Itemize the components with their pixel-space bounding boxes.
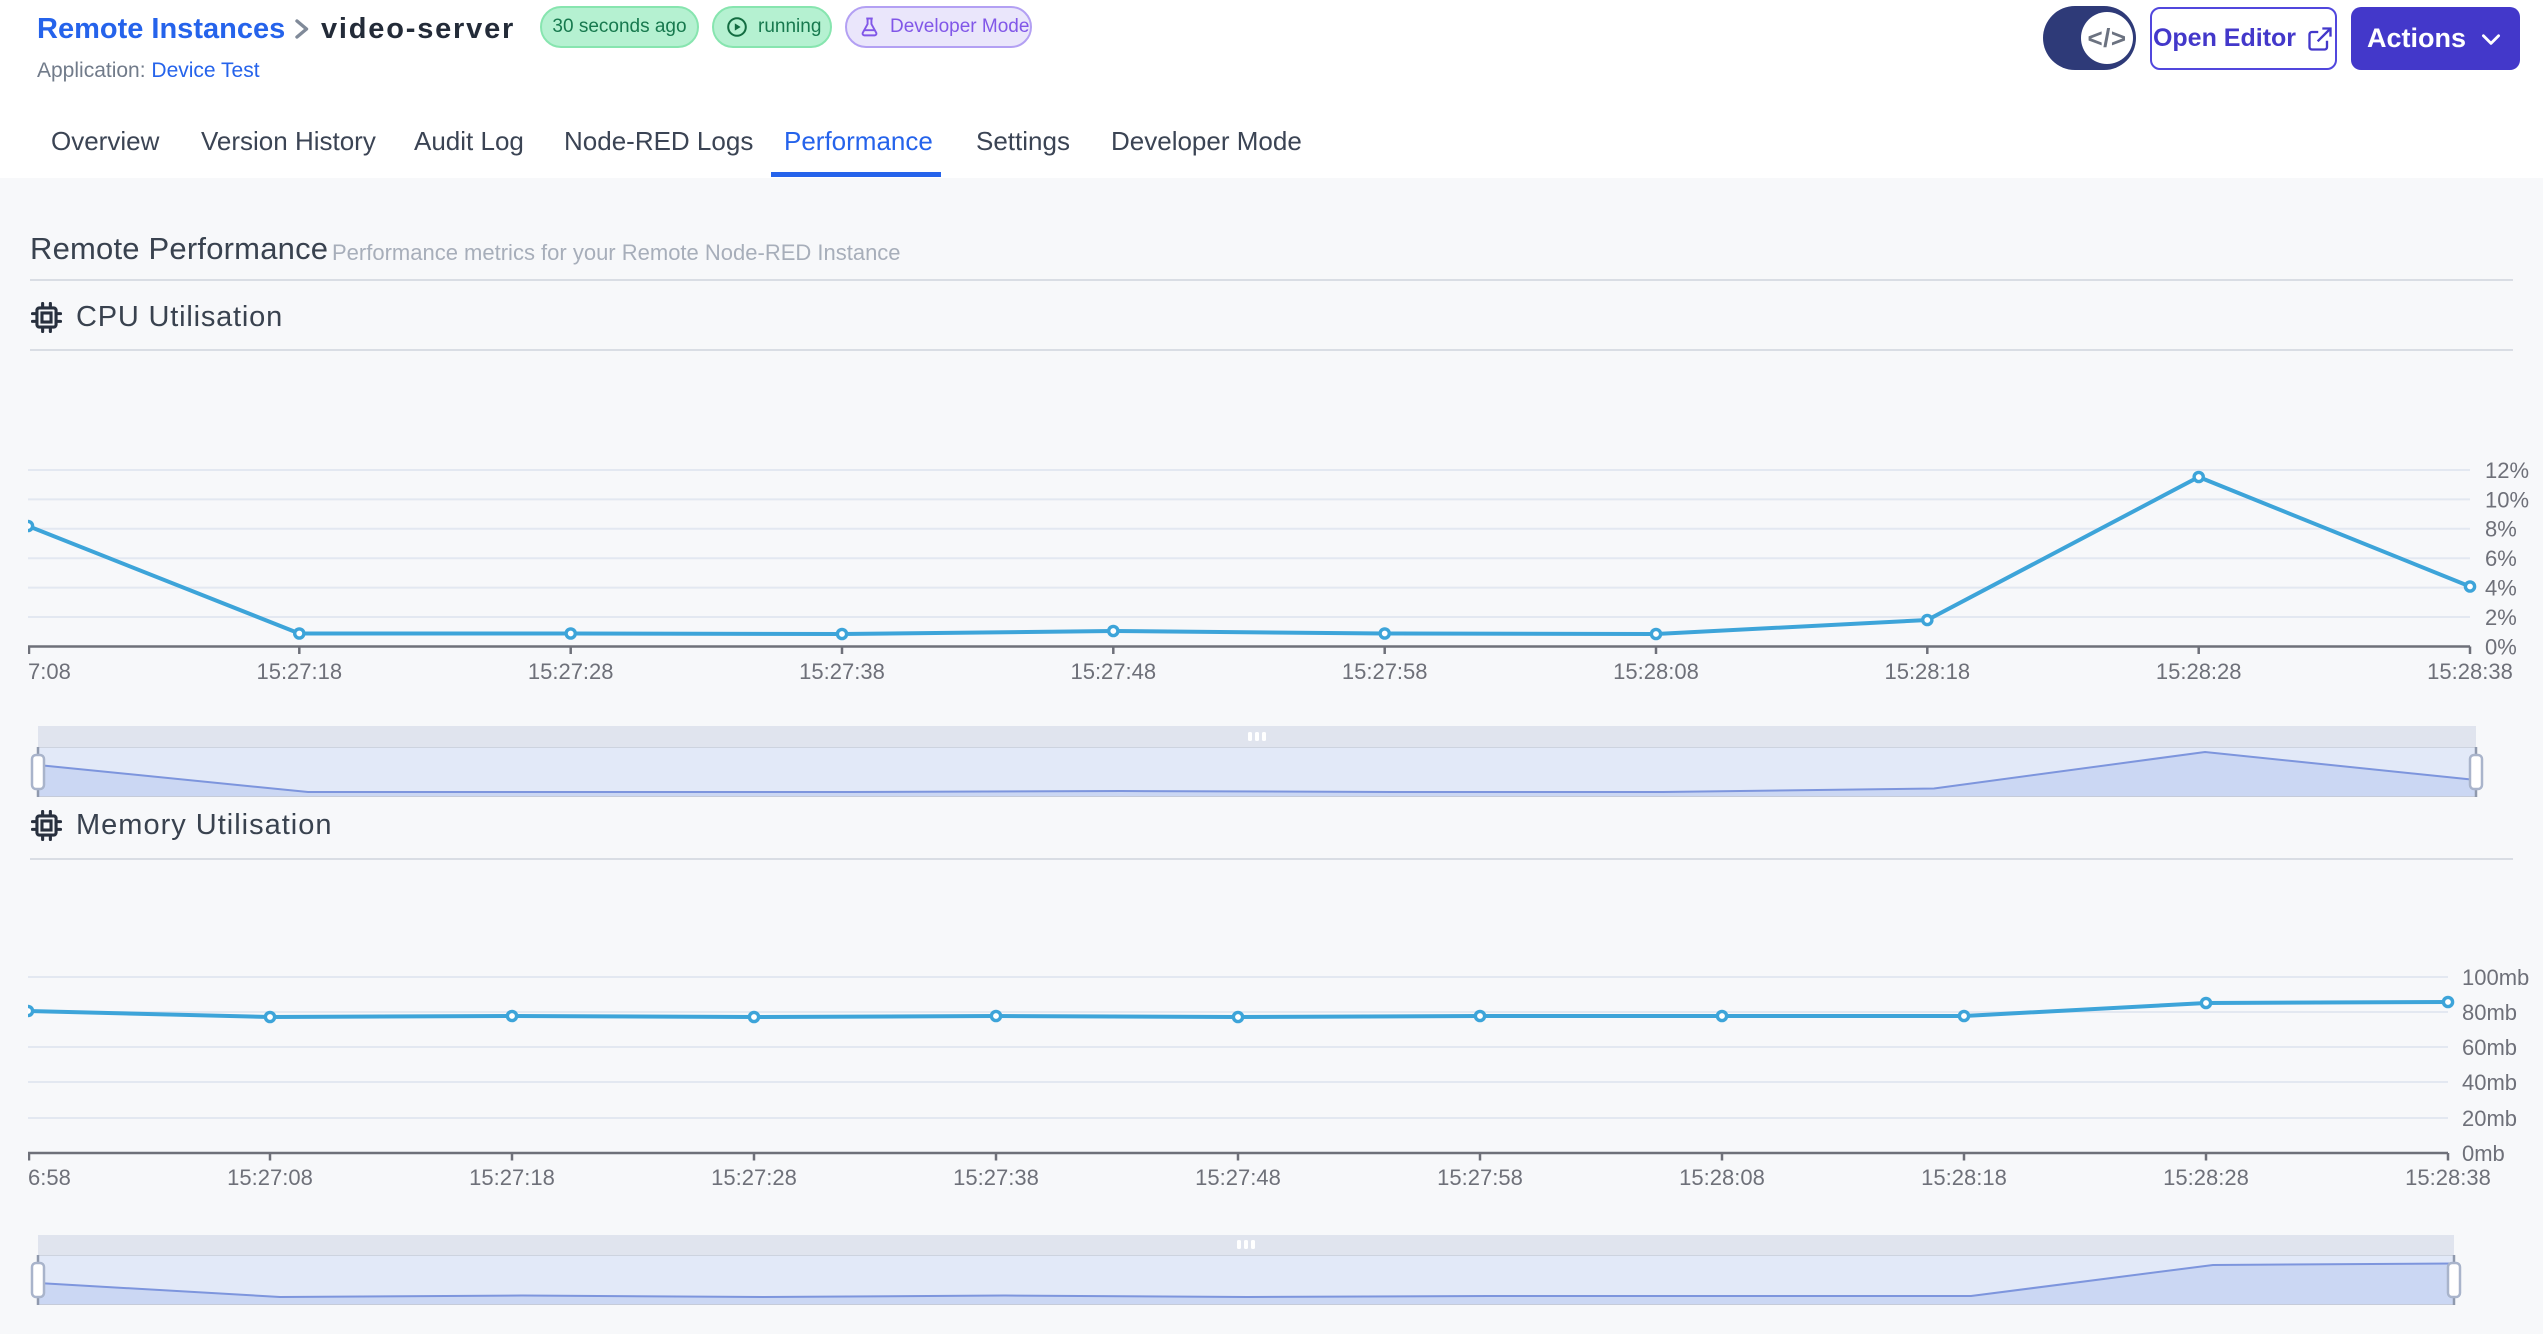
svg-text:40mb: 40mb <box>2462 1070 2517 1095</box>
svg-text:4%: 4% <box>2485 576 2517 601</box>
svg-text:15:27:08: 15:27:08 <box>227 1165 313 1190</box>
svg-text:15:27:28: 15:27:28 <box>528 659 614 684</box>
svg-text:2%: 2% <box>2485 605 2517 630</box>
svg-text:15:28:38: 15:28:38 <box>2427 659 2513 684</box>
svg-text:100mb: 100mb <box>2462 965 2529 990</box>
svg-text:15:28:38: 15:28:38 <box>2405 1165 2491 1190</box>
svg-text:15:27:38: 15:27:38 <box>799 659 885 684</box>
svg-text:6%: 6% <box>2485 546 2517 571</box>
svg-text:15:28:18: 15:28:18 <box>1921 1165 2007 1190</box>
svg-text:12%: 12% <box>2485 458 2529 483</box>
svg-text:15:27:48: 15:27:48 <box>1070 659 1156 684</box>
svg-text:15:28:28: 15:28:28 <box>2156 659 2242 684</box>
svg-text:80mb: 80mb <box>2462 1000 2517 1025</box>
svg-text:15:27:48: 15:27:48 <box>1195 1165 1281 1190</box>
svg-text:15:27:58: 15:27:58 <box>1342 659 1428 684</box>
svg-text:0mb: 0mb <box>2462 1141 2505 1166</box>
svg-text:15:26:58: 15:26:58 <box>28 1165 71 1190</box>
svg-text:15:27:08: 15:27:08 <box>28 659 71 684</box>
svg-text:15:27:38: 15:27:38 <box>953 1165 1039 1190</box>
svg-text:15:27:18: 15:27:18 <box>256 659 342 684</box>
svg-text:15:28:08: 15:28:08 <box>1613 659 1699 684</box>
svg-text:15:28:18: 15:28:18 <box>1884 659 1970 684</box>
svg-text:60mb: 60mb <box>2462 1035 2517 1060</box>
svg-text:10%: 10% <box>2485 487 2529 512</box>
svg-text:15:28:08: 15:28:08 <box>1679 1165 1765 1190</box>
svg-text:15:28:28: 15:28:28 <box>2163 1165 2249 1190</box>
svg-text:15:27:28: 15:27:28 <box>711 1165 797 1190</box>
svg-text:15:27:58: 15:27:58 <box>1437 1165 1523 1190</box>
svg-text:20mb: 20mb <box>2462 1106 2517 1131</box>
svg-text:0%: 0% <box>2485 634 2517 659</box>
svg-text:15:27:18: 15:27:18 <box>469 1165 555 1190</box>
svg-text:8%: 8% <box>2485 517 2517 542</box>
